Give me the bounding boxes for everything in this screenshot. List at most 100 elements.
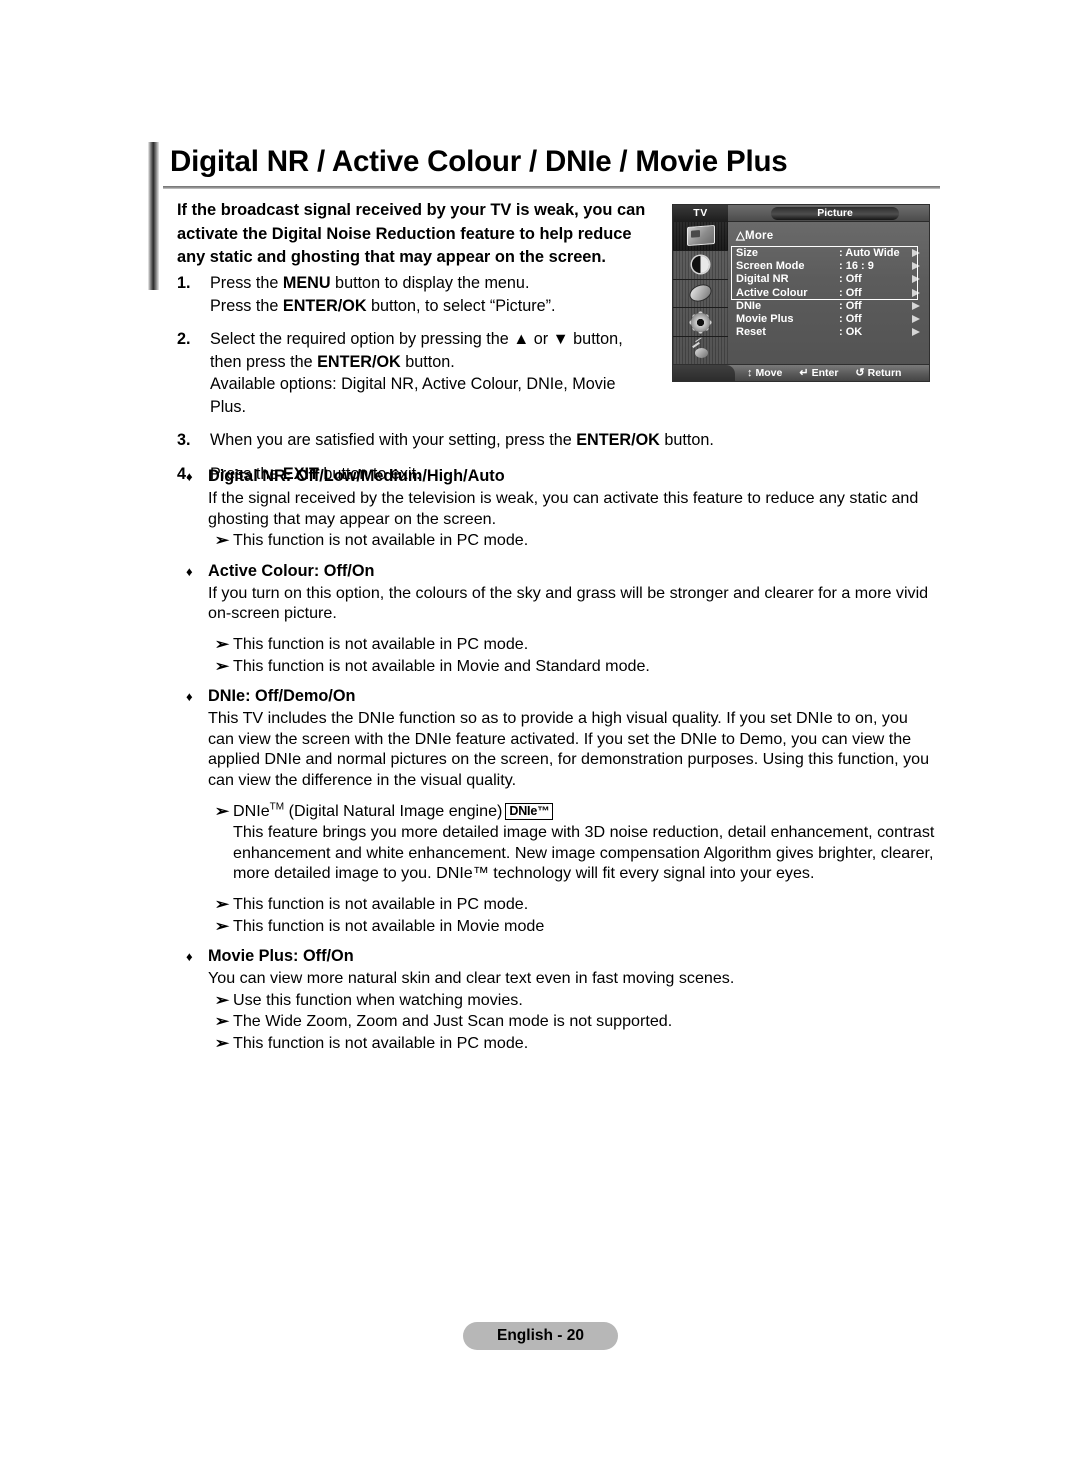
step-number: 1. xyxy=(177,274,191,292)
intro-line-3: any static and ghosting that may appear … xyxy=(177,248,606,266)
step-line-text: Plus. xyxy=(210,397,246,416)
osd-row-label: Screen Mode xyxy=(736,260,805,273)
step-line-text: Press the xyxy=(210,296,283,315)
feature-section: ♦ Active Colour: Off/On If you turn on thi… xyxy=(186,561,938,686)
osd-hint-enter-icon: ↵ xyxy=(799,367,809,379)
osd-menu-row[interactable]: Screen Mode: 16 : 9 xyxy=(736,260,923,273)
chevron-right-icon xyxy=(912,328,920,337)
feature-heading: Digital NR: Off/Low/Medium/High/Auto xyxy=(208,467,505,485)
feature-note: ➢ DNIeTM (Digital Natural Image engine) DN… xyxy=(215,801,938,823)
input-icon xyxy=(692,344,710,359)
feature-note-list: ➢ This function is not available in PC mo… xyxy=(215,634,938,677)
osd-row-label: Reset xyxy=(736,326,766,339)
step-key-label: ENTER/OK xyxy=(576,431,660,449)
osd-bottom-corner xyxy=(673,365,735,381)
feature-note-text: The Wide Zoom, Zoom and Just Scan mode i… xyxy=(233,1012,673,1031)
osd-input-icon-cell[interactable] xyxy=(673,337,728,366)
step-number: 2. xyxy=(177,330,191,348)
step-line: Select the required option by pressing t… xyxy=(210,328,737,351)
note-arrow-icon: ➢ xyxy=(214,1034,230,1052)
diamond-bullet-icon: ♦ xyxy=(186,689,193,705)
osd-hint-move-icon: ↕ xyxy=(747,367,753,379)
step-line: Plus. xyxy=(210,396,737,419)
feature-heading: Movie Plus: Off/On xyxy=(208,947,354,966)
dnie-note-title: DNIeTM (Digital Natural Image engine) DNI… xyxy=(233,801,938,822)
osd-picture-icon-cell[interactable] xyxy=(673,222,728,251)
feature-note: ➢ The Wide Zoom, Zoom and Just Scan mode … xyxy=(215,1011,938,1033)
step-line-text: Press the xyxy=(210,274,283,292)
chevron-right-icon xyxy=(912,275,920,284)
osd-hint-label: Return xyxy=(867,367,902,379)
osd-row-label: Size xyxy=(736,247,759,259)
osd-hint-label: Move xyxy=(755,367,783,379)
step-line: Press the MENU button to display the men… xyxy=(210,272,737,295)
feature-note: ➢ This function is not available in PC mo… xyxy=(215,634,938,656)
feature-note: ➢ This function is not available in PC mo… xyxy=(214,1033,938,1055)
osd-row-label: Active Colour xyxy=(736,286,808,299)
osd-menu-rows: Size: Auto Wide Screen Mode: 16 : 9 Digita… xyxy=(736,247,923,339)
osd-row-value: : Off xyxy=(839,299,862,312)
step-line-text-tail: button. xyxy=(400,352,455,371)
feature-note-list: ➢ Use this function when watching movies.… xyxy=(214,990,938,1055)
step-line: then press the ENTER/OK button. xyxy=(210,351,737,374)
tv-osd-screenshot: TV Picture △More Size: Auto Wide Screen M… xyxy=(672,204,930,382)
feature-note-text: This function is not available in PC mod… xyxy=(233,894,529,913)
diamond-bullet-icon: ♦ xyxy=(186,469,193,484)
osd-top-bar: TV Picture xyxy=(673,205,929,222)
step-number: 3. xyxy=(177,431,191,449)
step-text: When you are satisfied with your setting… xyxy=(210,429,737,452)
step-line-text: Select the required option by pressing t… xyxy=(210,330,623,348)
osd-menu-row[interactable]: DNIe : Off xyxy=(736,300,923,313)
title-underline-rule xyxy=(163,186,940,189)
dnie-note-body: This feature brings you more detailed im… xyxy=(233,823,935,883)
dnie-title-pre: DNIe xyxy=(233,801,270,820)
dnie-logo-badge: DNIe™ xyxy=(505,802,554,820)
setup-icon xyxy=(691,312,710,332)
note-arrow-icon: ➢ xyxy=(214,532,230,550)
dnie-note-block: ➢ DNIeTM (Digital Natural Image engine) DN… xyxy=(215,801,938,884)
step-item: 1. Press the MENU button to display the m… xyxy=(177,272,737,317)
osd-hint-return-icon: ↺ xyxy=(855,367,865,379)
osd-menu-row[interactable]: Reset : OK xyxy=(736,326,923,339)
osd-menu-row[interactable]: Movie Plus: Off xyxy=(736,313,923,326)
osd-row-label: DNIe xyxy=(736,299,762,312)
feature-note: ➢ Use this function when watching movies. xyxy=(215,990,938,1012)
osd-menu-row[interactable]: Active Colour: Off xyxy=(736,287,923,300)
step-line-text-tail: button to display the menu. xyxy=(330,274,530,292)
osd-menu-body: △More Size: Auto Wide Screen Mode: 16 : 9… xyxy=(728,222,929,366)
intro-line-2: activate the Digital Noise Reduction fea… xyxy=(177,224,632,243)
note-arrow-icon: ➢ xyxy=(214,917,230,935)
step-key-label: MENU xyxy=(282,274,331,292)
feature-note: ➢ This function is not available in PC mo… xyxy=(215,894,938,916)
title-left-accent-bar xyxy=(148,142,159,290)
manual-page: Digital NR / Active Colour / DNIe / Movi… xyxy=(0,0,1080,1472)
osd-channel-icon-cell[interactable] xyxy=(673,280,728,309)
chevron-right-icon xyxy=(912,288,920,297)
osd-sound-icon-cell[interactable] xyxy=(673,251,728,280)
feature-note-text: This function is not available in PC mod… xyxy=(233,1033,529,1052)
page-title: Digital NR / Active Colour / DNIe / Movi… xyxy=(170,145,788,178)
intro-paragraph: If the broadcast signal received by your… xyxy=(177,199,647,270)
intro-line-1: If the broadcast signal received by your… xyxy=(177,201,646,219)
step-line-text: When you are satisfied with your setting… xyxy=(210,431,577,449)
chevron-right-icon xyxy=(912,262,920,271)
osd-setup-icon-cell[interactable] xyxy=(673,308,728,338)
osd-row-label: Digital NR xyxy=(736,273,789,286)
osd-menu-row[interactable]: Size: Auto Wide xyxy=(736,247,923,260)
osd-menu-row[interactable]: Digital NR: Off xyxy=(736,273,923,286)
osd-row-value: : OK xyxy=(839,326,863,339)
dnie-title-post: (Digital Natural Image engine) xyxy=(284,801,503,820)
feature-heading-row: ♦ Active Colour: Off/On xyxy=(186,561,938,582)
feature-description: You can view more natural skin and clear… xyxy=(208,969,735,988)
diamond-bullet-icon: ♦ xyxy=(186,949,193,965)
feature-description: If the signal received by the television… xyxy=(208,489,919,528)
diamond-bullet-icon: ♦ xyxy=(186,563,193,579)
feature-section: ♦ DNIe: Off/Demo/On This TV includes the D… xyxy=(186,686,938,946)
osd-hint: ↵ Enter xyxy=(799,365,839,381)
osd-hint-label: Enter xyxy=(811,367,839,379)
feature-note-text: Use this function when watching movies. xyxy=(233,990,523,1009)
